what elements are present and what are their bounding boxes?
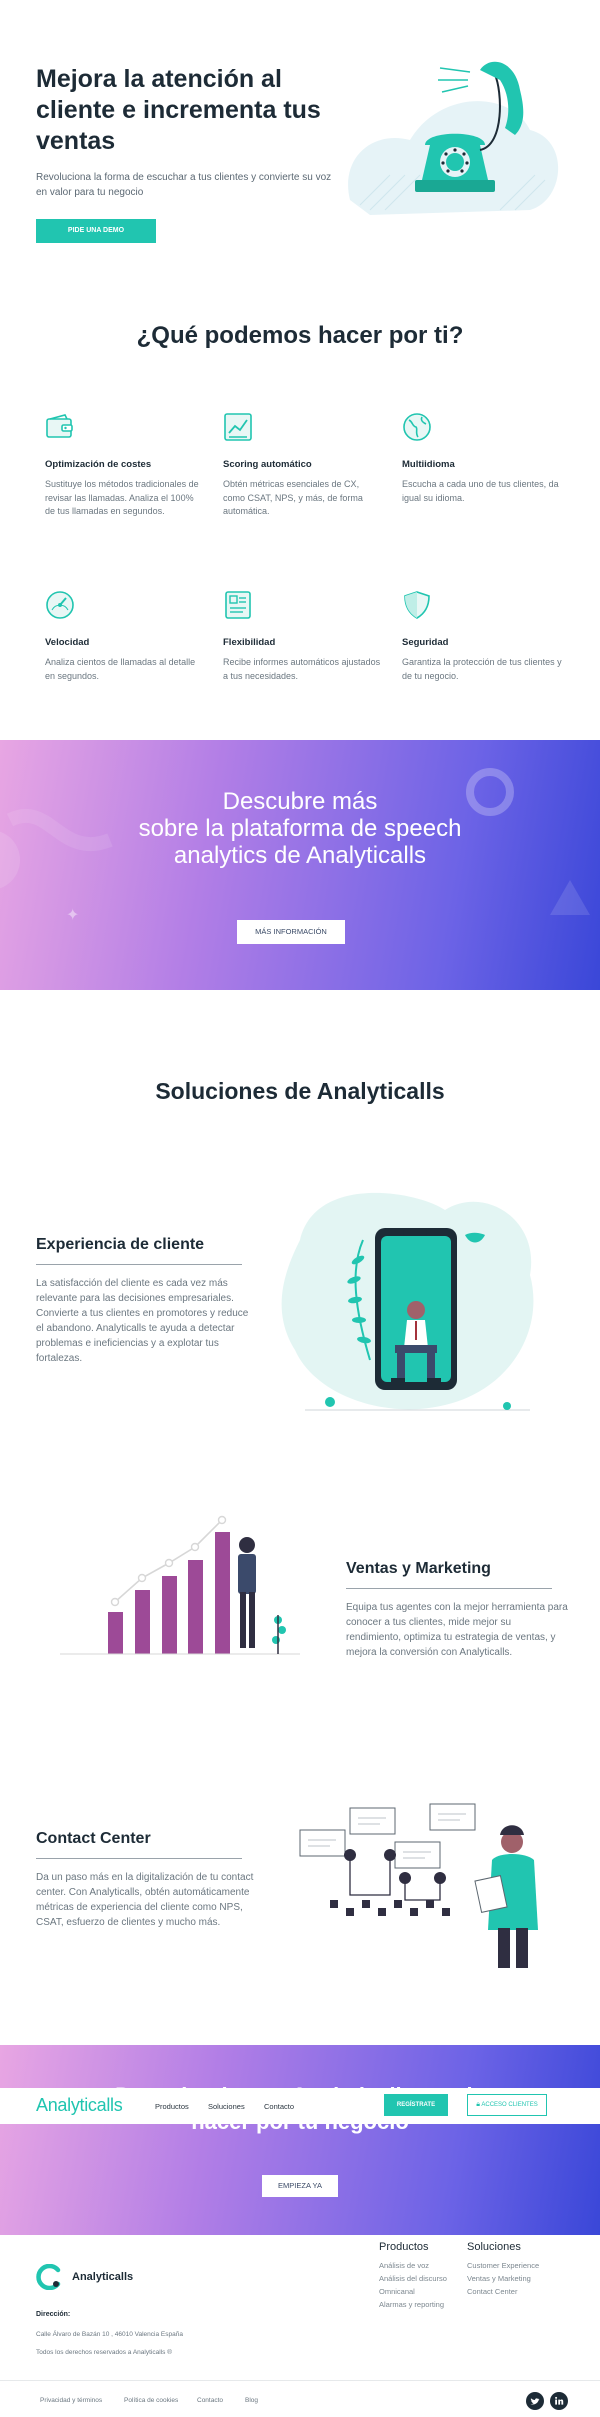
speedometer-icon — [46, 591, 74, 619]
address-label: Dirección: — [36, 2311, 71, 2318]
feature-description: Sustituye los métodos tradicionales de r… — [45, 479, 199, 516]
feature-cost-optimization: Optimización de costes Sustituye los mét… — [45, 412, 205, 519]
feature-description: Analiza cientos de llamadas al detalle e… — [45, 657, 196, 681]
footer-divider — [0, 2380, 600, 2381]
solution-description: Equipa tus agentes con la mejor herramie… — [346, 1602, 568, 1658]
feature-security: Seguridad Garantiza la protección de tus… — [402, 590, 562, 683]
feature-description: Obtén métricas esenciales de CX, como CS… — [223, 479, 363, 516]
register-button[interactable]: REGÍSTRATE — [384, 2094, 448, 2116]
feature-description: Escucha a cada uno de tus clientes, da i… — [402, 479, 559, 503]
report-icon — [225, 591, 251, 619]
navbar: Analyticalls Productos Soluciones Contac… — [0, 2088, 600, 2124]
client-access-button[interactable]: 🔒︎ ACCESO CLIENTES — [467, 2094, 547, 2116]
features-title: ¿Qué podemos hacer por ti? — [136, 322, 464, 349]
svg-text:✦: ✦ — [66, 905, 79, 924]
contact-link[interactable]: Contacto — [197, 2397, 223, 2404]
feature-title: Flexibilidad — [223, 637, 276, 648]
divider — [346, 1588, 552, 1589]
feature-title: Optimización de costes — [45, 459, 152, 470]
chart-icon — [224, 413, 252, 441]
banner-title-line2: sobre la plataforma de speech — [138, 815, 462, 842]
footer-link[interactable]: Alarmas y reporting — [379, 2298, 447, 2311]
footer-link[interactable]: Omnicanal — [379, 2285, 447, 2298]
cta-banner: Descubre lo que Analyticalls puede hacer… — [0, 2045, 600, 2235]
feature-multilanguage: Multiidioma Escucha a cada uno de tus cl… — [402, 412, 562, 505]
divider — [36, 1264, 242, 1265]
nav-link-products[interactable]: Productos — [155, 2102, 189, 2111]
cookies-link[interactable]: Política de cookies — [124, 2397, 178, 2404]
solution-title-contact-center: Contact Center — [36, 1830, 151, 1847]
hero-title: Mejora la atención al cliente e incremen… — [36, 65, 321, 155]
globe-icon — [403, 413, 431, 441]
wallet-icon — [46, 414, 73, 438]
rights-text: Todos los derechos reservados a Analytic… — [36, 2349, 172, 2356]
solution-title-customer-experience: Experiencia de cliente — [36, 1236, 205, 1253]
linkedin-icon[interactable] — [550, 2392, 568, 2410]
navbar-logo[interactable]: Analyticalls — [36, 2095, 123, 2116]
footer-link[interactable]: Análisis del discurso — [379, 2272, 447, 2285]
banner-title-line3: analytics de Analyticalls — [173, 842, 427, 869]
solution-description: La satisfacción del cliente es cada vez … — [36, 1278, 249, 1364]
footer-solutions-list: Customer Experience Ventas y Marketing C… — [467, 2259, 539, 2298]
nav-link-contact[interactable]: Contacto — [264, 2102, 294, 2111]
client-access-label: ACCESO CLIENTES — [481, 2102, 538, 2108]
contact-center-illustration — [299, 1803, 538, 1968]
footer-solutions-title: Soluciones — [467, 2241, 521, 2253]
feature-title: Multiidioma — [402, 459, 455, 470]
feature-title: Seguridad — [402, 637, 449, 648]
solution-title-sales-marketing: Ventas y Marketing — [346, 1560, 491, 1577]
feature-description: Recibe informes automáticos ajustados a … — [223, 657, 381, 681]
feature-description: Garantiza la protección de tus clientes … — [402, 657, 562, 681]
twitter-icon[interactable] — [526, 2392, 544, 2410]
footer-link[interactable]: Customer Experience — [467, 2259, 539, 2272]
platform-banner: ✦ Descubre más sobre la plataforma de sp… — [0, 740, 600, 990]
address: Calle Álvaro de Bazán 10 , 46010 Valenci… — [36, 2331, 183, 2338]
footer-link[interactable]: Contact Center — [467, 2285, 539, 2298]
sales-marketing-illustration — [60, 1515, 300, 1655]
footer-link[interactable]: Análisis de voz — [379, 2259, 447, 2272]
more-info-button[interactable]: MÁS INFORMACIÓN — [237, 920, 345, 944]
banner-title: Descubre más sobre la plataforma de spee… — [0, 788, 600, 869]
footer-products-title: Productos — [379, 2241, 429, 2253]
feature-flexibility: Flexibilidad Recibe informes automáticos… — [223, 590, 383, 683]
blog-link[interactable]: Blog — [245, 2397, 258, 2404]
lock-icon: 🔒︎ — [476, 2101, 481, 2108]
feature-title: Scoring automático — [223, 459, 312, 470]
brand-logo-icon — [36, 2264, 61, 2290]
solution-description: Da un paso más en la digitalización de t… — [36, 1872, 254, 1928]
feature-title: Velocidad — [45, 637, 90, 648]
feature-auto-scoring: Scoring automático Obtén métricas esenci… — [223, 412, 383, 519]
customer-experience-illustration — [281, 1192, 534, 1411]
telephone-illustration — [348, 61, 559, 215]
footer-products-list: Análisis de voz Análisis del discurso Om… — [379, 2259, 447, 2311]
divider — [36, 1858, 242, 1859]
request-demo-button[interactable]: PIDE UNA DEMO — [36, 219, 156, 243]
shield-icon — [404, 591, 430, 619]
footer-brand: Analyticalls — [72, 2271, 134, 2283]
nav-link-solutions[interactable]: Soluciones — [208, 2102, 245, 2111]
start-now-button[interactable]: EMPIEZA YA — [262, 2175, 338, 2197]
banner-title-line1: Descubre más — [222, 788, 378, 815]
solutions-title: Soluciones de Analyticalls — [155, 1078, 445, 1104]
hero-subtitle: Revoluciona la forma de escuchar a tus c… — [36, 172, 332, 198]
feature-speed: Velocidad Analiza cientos de llamadas al… — [45, 590, 205, 683]
footer-link[interactable]: Ventas y Marketing — [467, 2272, 539, 2285]
privacy-link[interactable]: Privacidad y términos — [40, 2397, 102, 2404]
